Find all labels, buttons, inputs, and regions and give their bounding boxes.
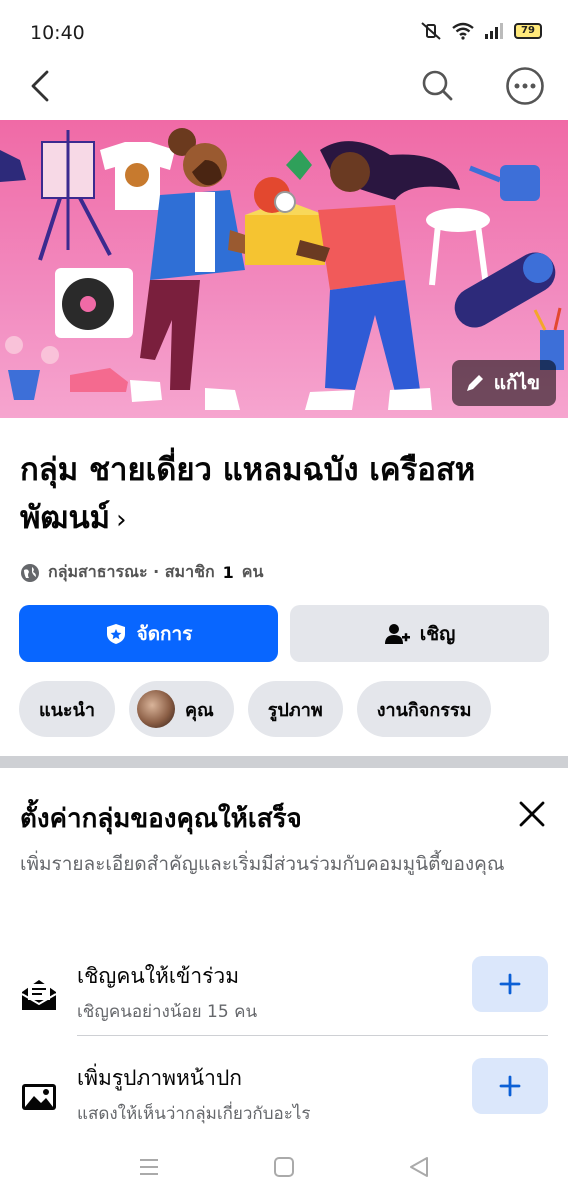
yoga-mat-illustration [454, 252, 556, 328]
more-options-button[interactable] [504, 65, 546, 107]
group-tabs: แนะนำ คุณ รูปภาพ งานกิจกรรม [19, 681, 492, 737]
stool-illustration [426, 208, 490, 286]
tab-recommended[interactable]: แนะนำ [19, 681, 115, 737]
manage-button[interactable]: จัดการ [19, 605, 278, 662]
avatar [137, 690, 175, 728]
photo-icon [22, 1084, 56, 1110]
globe-icon [21, 563, 39, 582]
invite-label: เชิญ [419, 622, 456, 645]
close-setup-button[interactable] [516, 798, 548, 830]
group-title[interactable]: กลุ่ม ชายเดี่ยว แหลมฉบัง เครือสหพัฒนม์ › [20, 446, 540, 544]
wifi-icon [452, 22, 474, 40]
back-nav-icon[interactable] [408, 1156, 430, 1178]
tab-events[interactable]: งานกิจกรรม [356, 681, 492, 737]
status-time: 10:40 [30, 22, 85, 44]
member-count: 1 [222, 563, 234, 582]
setup-item-cover-photo[interactable]: เพิ่มรูปภาพหน้าปก แสดงให้เห็นว่ากลุ่มเกี… [0, 1052, 568, 1144]
setup-item-title: เพิ่มรูปภาพหน้าปก [77, 1066, 242, 1090]
edit-cover-label: แก้ไข [493, 372, 540, 394]
tab-recommended-label: แนะนำ [39, 699, 95, 721]
record-player-illustration [55, 268, 133, 338]
setup-description: เพิ่มรายละเอียดสำคัญและเริ่มมีส่วนร่วมกั… [20, 853, 505, 875]
system-nav-bar [0, 1136, 568, 1200]
easel-illustration [38, 130, 112, 261]
tab-photos[interactable]: รูปภาพ [247, 681, 343, 737]
section-divider [0, 756, 568, 768]
close-icon [519, 801, 545, 827]
status-icons: 79 [420, 22, 542, 40]
add-cover-photo-button[interactable] [472, 1058, 548, 1114]
setup-title: ตั้งค่ากลุ่มของคุณให้เสร็จ [20, 804, 302, 834]
setup-item-invite[interactable]: เชิญคนให้เข้าร่วม เชิญคนอย่างน้อย 15 คน [0, 950, 568, 1042]
group-title-text: กลุ่ม ชายเดี่ยว แหลมฉบัง เครือสหพัฒนม์ [20, 452, 476, 536]
top-nav [0, 60, 568, 114]
add-invite-button[interactable] [472, 956, 548, 1012]
admin-shield-icon [106, 623, 125, 644]
battery-icon: 79 [514, 23, 542, 39]
row-separator [77, 1035, 548, 1036]
member-unit: คน [241, 562, 264, 581]
cover-image: แก้ไข [0, 120, 568, 418]
tab-you-label: คุณ [185, 699, 214, 721]
tab-events-label: งานกิจกรรม [376, 699, 472, 721]
watering-can-illustration [469, 165, 540, 201]
signal-icon [485, 23, 503, 39]
more-icon [506, 67, 544, 105]
group-meta: กลุ่มสาธารณะ · สมาชิก 1 คน [20, 560, 263, 585]
manage-label: จัดการ [136, 622, 193, 645]
add-person-icon [384, 623, 410, 644]
invite-button[interactable]: เชิญ [290, 605, 549, 662]
pencil-icon [466, 375, 483, 391]
status-bar: 10:40 79 [0, 0, 568, 64]
tab-photos-label: รูปภาพ [267, 699, 323, 721]
back-arrow-icon [31, 70, 49, 102]
group-privacy: กลุ่มสาธารณะ · สมาชิก [48, 562, 215, 581]
search-button[interactable] [418, 66, 458, 106]
setup-item-subtitle: เชิญคนอย่างน้อย 15 คน [77, 1002, 258, 1022]
recent-apps-icon[interactable] [138, 1158, 160, 1176]
plus-icon [499, 973, 521, 995]
vibrate-mute-icon [421, 22, 441, 40]
setup-item-subtitle: แสดงให้เห็นว่ากลุ่มเกี่ยวกับอะไร [77, 1104, 311, 1124]
setup-item-title: เชิญคนให้เข้าร่วม [77, 964, 240, 988]
group-title-chevron: › [116, 505, 127, 535]
invite-mail-icon [21, 980, 57, 1010]
edit-cover-button[interactable]: แก้ไข [451, 360, 556, 406]
home-icon[interactable] [273, 1156, 295, 1178]
tab-you[interactable]: คุณ [129, 681, 234, 737]
plus-icon [499, 1075, 521, 1097]
back-button[interactable] [20, 66, 60, 106]
search-icon [422, 70, 453, 101]
